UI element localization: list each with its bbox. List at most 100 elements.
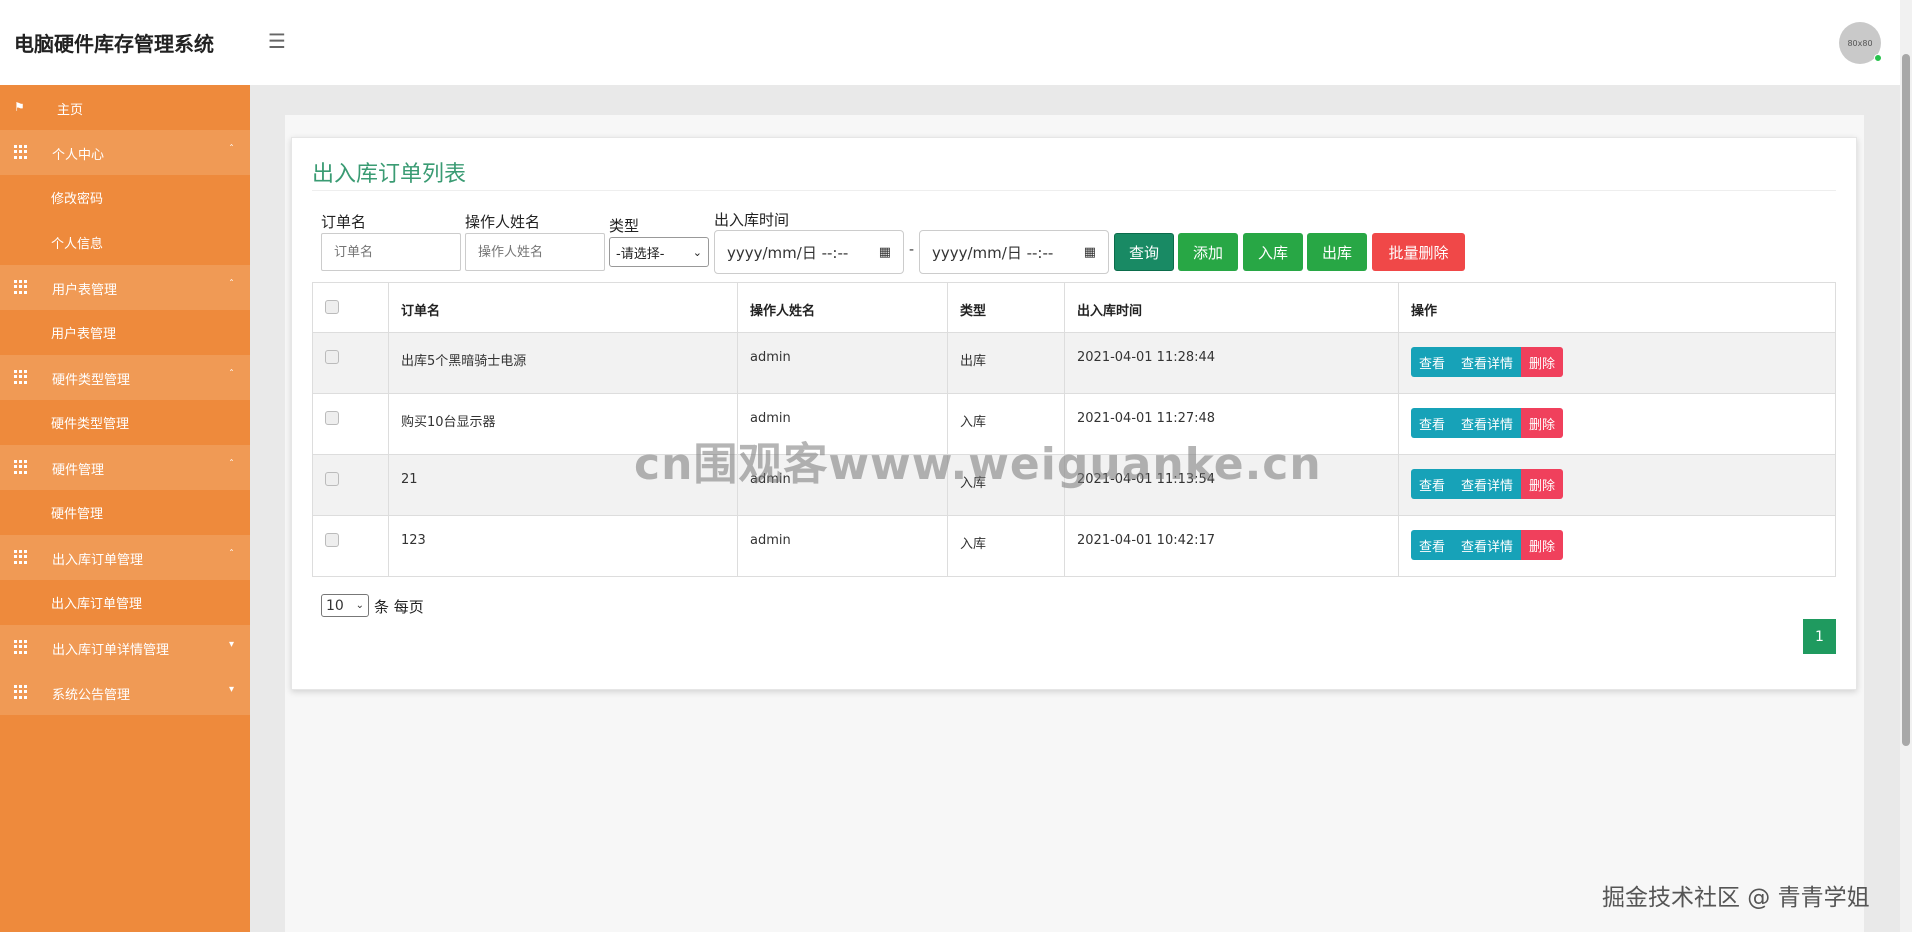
sidebar-item-hardware[interactable]: 硬件管理	[0, 490, 250, 535]
view-detail-button[interactable]: 查看详情	[1453, 408, 1522, 438]
chevron-down-icon: ⌄	[692, 245, 702, 259]
view-detail-button[interactable]: 查看详情	[1453, 530, 1522, 560]
batch-delete-button[interactable]: 批量删除	[1372, 233, 1465, 271]
end-date-value: yyyy/mm/日 --:--	[932, 243, 1054, 262]
table-row: 123 admin 入库 2021-04-01 10:42:17 查看 查看详情…	[312, 515, 1836, 577]
sidebar: ⚑ 主页 个人中心 ˆ 修改密码 个人信息 用户表管理 ˆ 用户表管理 硬件类型…	[0, 85, 250, 932]
calendar-icon[interactable]: ▦	[1084, 245, 1096, 260]
title-divider	[312, 190, 1836, 191]
view-detail-button[interactable]: 查看详情	[1453, 347, 1522, 377]
delete-button[interactable]: 删除	[1521, 408, 1564, 438]
stock-out-button[interactable]: 出库	[1307, 233, 1367, 271]
actions-cell: 查看 查看详情 删除	[1398, 393, 1836, 455]
grid-icon	[14, 145, 28, 159]
sidebar-item-users[interactable]: 用户表管理	[0, 310, 250, 355]
add-button[interactable]: 添加	[1178, 233, 1238, 271]
chevron-up-icon: ˆ	[229, 549, 234, 560]
operator-label: 操作人姓名	[465, 213, 541, 231]
sidebar-item-home[interactable]: ⚑ 主页	[0, 85, 250, 130]
chevron-up-icon: ˆ	[229, 144, 234, 155]
sidebar-group-orders[interactable]: 出入库订单管理 ˆ	[0, 535, 250, 580]
type-select[interactable]: -请选择- ⌄	[609, 237, 709, 267]
sidebar-item-label: 个人信息	[51, 237, 104, 252]
order-name-input[interactable]	[321, 233, 461, 271]
type-select-value: -请选择-	[616, 246, 665, 262]
column-header: 出入库时间	[1064, 282, 1399, 333]
view-button[interactable]: 查看	[1411, 347, 1454, 377]
column-header: 类型	[947, 282, 1065, 333]
sidebar-group-order-details[interactable]: 出入库订单详情管理 ▾	[0, 625, 250, 670]
sidebar-item-label: 个人中心	[52, 148, 105, 163]
app-title: 电脑硬件库存管理系统	[14, 32, 214, 56]
query-button[interactable]: 查询	[1114, 233, 1174, 271]
actions-cell: 查看 查看详情 删除	[1398, 332, 1836, 394]
chevron-up-icon: ˆ	[229, 369, 234, 380]
grid-icon	[14, 280, 28, 294]
time-label: 出入库时间	[714, 211, 790, 229]
page-size-value: 10	[326, 597, 344, 614]
grid-icon	[14, 460, 28, 474]
type-cell: 入库	[947, 515, 1065, 577]
sidebar-item-personal-info[interactable]: 个人信息	[0, 220, 250, 265]
delete-button[interactable]: 删除	[1521, 530, 1564, 560]
table-row: 出库5个黑暗骑士电源 admin 出库 2021-04-01 11:28:44 …	[312, 332, 1836, 394]
view-button[interactable]: 查看	[1411, 408, 1454, 438]
row-checkbox[interactable]	[325, 350, 339, 364]
order-name-cell: 出库5个黑暗骑士电源	[388, 332, 738, 394]
sidebar-group-personal[interactable]: 个人中心 ˆ	[0, 130, 250, 175]
row-checkbox[interactable]	[325, 411, 339, 425]
operator-cell: admin	[737, 515, 948, 577]
sidebar-group-users[interactable]: 用户表管理 ˆ	[0, 265, 250, 310]
type-label: 类型	[609, 217, 640, 235]
stock-in-button[interactable]: 入库	[1243, 233, 1303, 271]
actions-cell: 查看 查看详情 删除	[1398, 515, 1836, 577]
order-name-cell: 123	[388, 515, 738, 577]
sidebar-item-label: 用户表管理	[52, 283, 118, 298]
grid-icon	[14, 550, 28, 564]
page-size-select[interactable]: 10 ⌄	[321, 594, 369, 617]
page-size-label: 条 每页	[374, 598, 424, 616]
page-number-button[interactable]: 1	[1803, 619, 1836, 654]
sidebar-item-orders[interactable]: 出入库订单管理	[0, 580, 250, 625]
grid-icon	[14, 685, 28, 699]
actions-cell: 查看 查看详情 删除	[1398, 454, 1836, 516]
start-date-input[interactable]: yyyy/mm/日 --:-- ▦	[714, 230, 904, 274]
sidebar-item-label: 硬件管理	[51, 507, 104, 522]
start-date-value: yyyy/mm/日 --:--	[727, 243, 849, 262]
sidebar-item-label: 出入库订单管理	[51, 597, 143, 612]
menu-toggle-icon[interactable]: ☰	[268, 30, 290, 52]
end-date-input[interactable]: yyyy/mm/日 --:-- ▦	[919, 230, 1109, 274]
type-cell: 出库	[947, 332, 1065, 394]
view-button[interactable]: 查看	[1411, 469, 1454, 499]
row-checkbox[interactable]	[325, 533, 339, 547]
corner-watermark: 掘金技术社区 @ 青青学姐	[1602, 885, 1870, 911]
center-watermark: cn围观客www.weiguanke.cn	[634, 439, 1322, 490]
sidebar-item-label: 硬件类型管理	[51, 417, 130, 432]
sidebar-item-label: 出入库订单详情管理	[52, 643, 170, 658]
time-cell: 2021-04-01 10:42:17	[1064, 515, 1399, 577]
grid-icon	[14, 640, 28, 654]
flag-icon: ⚑	[14, 100, 25, 114]
sidebar-item-change-password[interactable]: 修改密码	[0, 175, 250, 220]
operator-input[interactable]	[465, 233, 605, 271]
column-header: 操作	[1398, 282, 1836, 333]
view-button[interactable]: 查看	[1411, 530, 1454, 560]
top-header: 电脑硬件库存管理系统 ☰ 80x80	[0, 0, 1900, 85]
select-all-checkbox[interactable]	[325, 300, 339, 314]
delete-button[interactable]: 删除	[1521, 347, 1564, 377]
sidebar-item-label: 出入库订单管理	[52, 553, 144, 568]
sidebar-item-label: 修改密码	[51, 192, 104, 207]
scrollbar-thumb[interactable]	[1902, 54, 1910, 746]
chevron-down-icon: ▾	[228, 639, 234, 650]
select-all-cell	[312, 282, 389, 333]
row-checkbox[interactable]	[325, 472, 339, 486]
sidebar-group-hardware[interactable]: 硬件管理 ˆ	[0, 445, 250, 490]
sidebar-group-hardware-type[interactable]: 硬件类型管理 ˆ	[0, 355, 250, 400]
delete-button[interactable]: 删除	[1521, 469, 1564, 499]
sidebar-group-announcements[interactable]: 系统公告管理 ▾	[0, 670, 250, 715]
calendar-icon[interactable]: ▦	[879, 245, 891, 260]
online-status-dot	[1874, 54, 1882, 62]
view-detail-button[interactable]: 查看详情	[1453, 469, 1522, 499]
chevron-up-icon: ˆ	[229, 459, 234, 470]
sidebar-item-hardware-type[interactable]: 硬件类型管理	[0, 400, 250, 445]
